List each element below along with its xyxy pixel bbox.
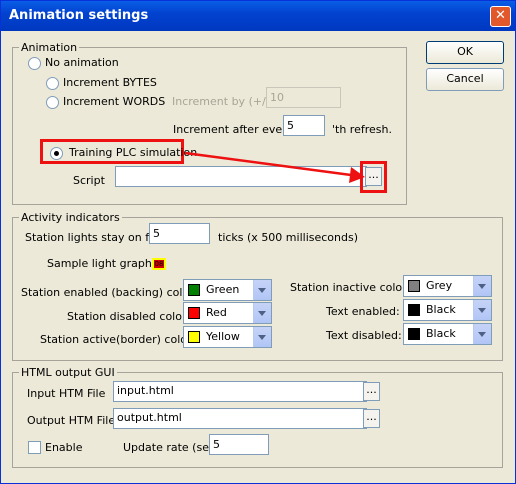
inactive-color-swatch <box>408 280 420 292</box>
ticks-label: ticks (x 500 milliseconds) <box>218 231 358 244</box>
output-htm-label: Output HTM File <box>27 414 116 427</box>
input-htm-label: Input HTM File <box>27 387 106 400</box>
text-enabled-label: Text enabled: <box>326 305 400 318</box>
ok-button[interactable]: OK <box>426 41 504 64</box>
dialog-window: Animation settings ✕ OK Cancel Animation… <box>0 0 516 484</box>
enabled-color-value: Green <box>206 283 240 296</box>
update-rate-label: Update rate (sec) <box>123 441 220 454</box>
chevron-down-icon[interactable] <box>253 327 271 347</box>
activity-legend: Activity indicators <box>21 211 120 224</box>
annotation-arrow <box>184 151 365 183</box>
active-color-label: Station active(border) color: <box>40 333 196 346</box>
increment-bytes-radio[interactable] <box>46 77 59 90</box>
active-color-select[interactable]: Yellow <box>183 326 272 348</box>
increment-bytes-label: Increment BYTES <box>63 76 157 89</box>
text-disabled-label: Text disabled: <box>326 329 402 342</box>
disabled-color-label: Station disabled color: <box>67 310 190 323</box>
input-htm-field[interactable]: input.html <box>113 381 367 402</box>
training-plc-radio[interactable] <box>50 147 63 160</box>
window-title: Animation settings <box>9 8 149 23</box>
disabled-color-value: Red <box>206 306 227 319</box>
enabled-color-label: Station enabled (backing) color: <box>21 286 198 299</box>
title-bar[interactable]: Animation settings ✕ <box>1 1 515 31</box>
lights-stay-field[interactable]: 5 <box>149 223 210 244</box>
text-disabled-select[interactable]: Black <box>403 323 492 345</box>
active-color-swatch <box>188 331 200 343</box>
increment-words-label: Increment WORDS <box>63 95 166 108</box>
chevron-down-icon[interactable] <box>473 276 491 296</box>
sample-light-label: Sample light graphic <box>47 257 161 270</box>
output-htm-field[interactable]: output.html <box>113 408 367 429</box>
chevron-down-icon[interactable] <box>253 303 271 323</box>
cancel-button[interactable]: Cancel <box>426 68 504 91</box>
update-rate-field[interactable]: 5 <box>209 434 269 455</box>
inactive-color-select[interactable]: Grey <box>403 275 492 297</box>
training-plc-label: Training PLC simulation <box>69 146 198 159</box>
animation-legend: Animation <box>21 41 78 54</box>
no-animation-radio[interactable] <box>28 57 41 70</box>
input-htm-browse-button[interactable]: ... <box>363 382 380 401</box>
lights-stay-label: Station lights stay on for <box>25 231 161 244</box>
text-enabled-select[interactable]: Black <box>403 299 492 321</box>
no-animation-label: No animation <box>45 56 119 69</box>
increment-by-label: Increment by (+/-) <box>172 95 275 108</box>
enabled-color-select[interactable]: Green <box>183 279 272 301</box>
enabled-color-swatch <box>188 284 200 296</box>
refresh-suffix-label: 'th refresh. <box>332 123 392 136</box>
script-label: Script <box>73 174 105 187</box>
increment-after-field[interactable]: 5 <box>283 115 325 136</box>
output-htm-browse-button[interactable]: ... <box>363 409 380 428</box>
enable-label: Enable <box>45 441 83 454</box>
close-button[interactable]: ✕ <box>490 6 511 27</box>
text-enabled-value: Black <box>426 303 456 316</box>
increment-words-radio[interactable] <box>46 96 59 109</box>
text-disabled-swatch <box>408 328 420 340</box>
inactive-color-label: Station inactive color: <box>290 281 411 294</box>
text-disabled-value: Black <box>426 327 456 340</box>
inactive-color-value: Grey <box>426 279 453 292</box>
sample-light-graphic: 08 <box>152 258 166 270</box>
chevron-down-icon[interactable] <box>473 300 491 320</box>
chevron-down-icon[interactable] <box>473 324 491 344</box>
disabled-color-select[interactable]: Red <box>183 302 272 324</box>
chevron-down-icon[interactable] <box>253 280 271 300</box>
active-color-value: Yellow <box>206 330 240 343</box>
increment-by-field[interactable]: 10 <box>266 87 341 108</box>
html-output-legend: HTML output GUI <box>21 366 115 379</box>
increment-after-label: Increment after every <box>173 123 294 136</box>
disabled-color-swatch <box>188 307 200 319</box>
enable-checkbox[interactable] <box>28 441 41 454</box>
text-enabled-swatch <box>408 304 420 316</box>
